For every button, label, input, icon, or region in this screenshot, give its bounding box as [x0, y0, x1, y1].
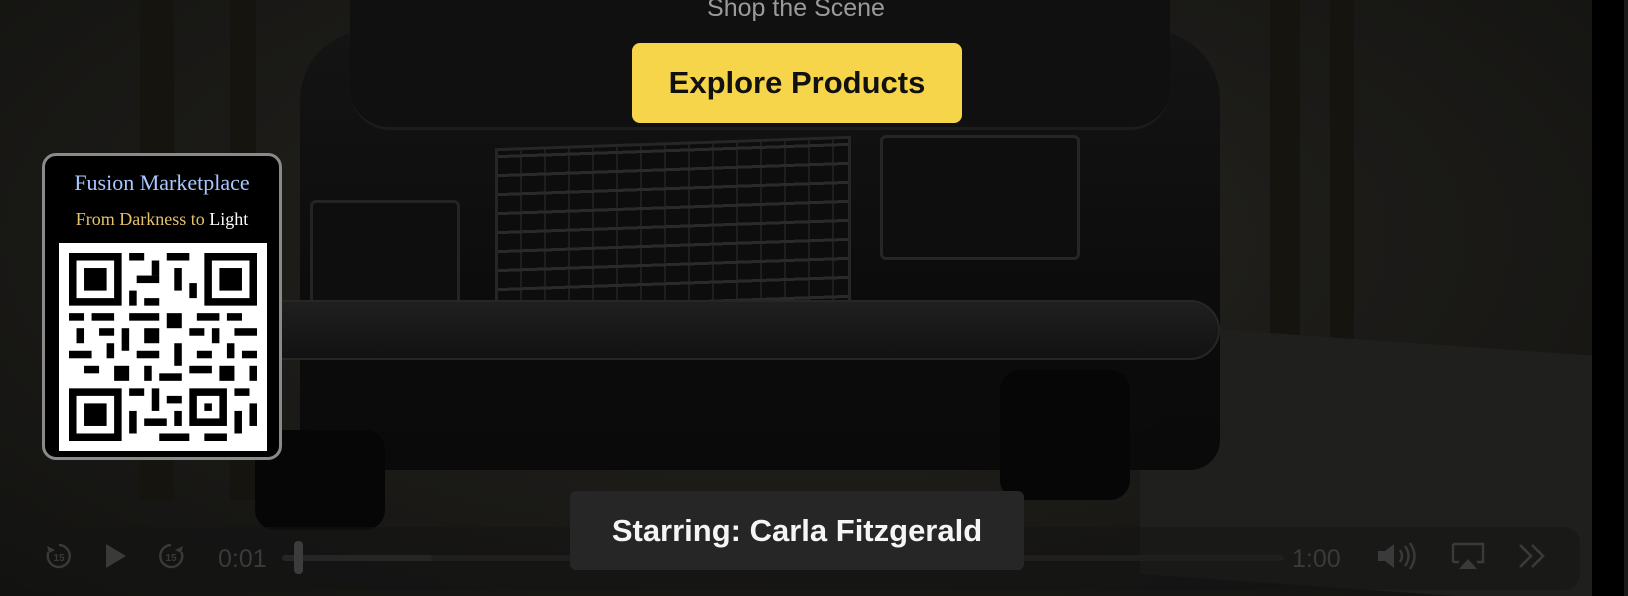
qr-card-tagline: From Darkness to Light [45, 209, 279, 230]
tagline-part: From Darkness to [75, 209, 210, 229]
qr-card-title: Fusion Marketplace [74, 170, 250, 195]
play-icon[interactable] [103, 541, 129, 576]
car-headlight [880, 135, 1080, 260]
airplay-icon[interactable] [1450, 541, 1486, 576]
tagline-part: Light [209, 209, 249, 229]
cast-subtitle: Starring: Carla Fitzgerald [570, 491, 1024, 570]
forward-15-icon[interactable]: 15 [156, 541, 186, 576]
progress-thumb[interactable] [294, 541, 303, 574]
car-tire [1000, 370, 1130, 500]
shop-the-scene-label: Shop the Scene [707, 0, 885, 22]
rewind-15-icon[interactable]: 15 [44, 541, 74, 576]
progress-buffered [282, 555, 432, 561]
current-time: 0:01 [218, 545, 267, 573]
volume-icon[interactable] [1376, 541, 1420, 576]
svg-text:15: 15 [53, 553, 65, 564]
skip-forward-icon[interactable] [1516, 541, 1548, 576]
qr-code[interactable] [59, 243, 267, 451]
right-edge-strip [1592, 0, 1628, 596]
qr-code-graphic [69, 253, 257, 441]
video-frame[interactable]: Shop the Scene Explore Products Fusion M… [0, 0, 1592, 596]
svg-text:15: 15 [165, 553, 177, 564]
explore-products-button[interactable]: Explore Products [632, 43, 962, 123]
qr-card[interactable]: Fusion Marketplace From Darkness to Ligh… [42, 153, 282, 460]
scrollbar-edge [1624, 0, 1628, 596]
duration-time: 1:00 [1292, 545, 1341, 573]
car-bumper [250, 300, 1220, 360]
